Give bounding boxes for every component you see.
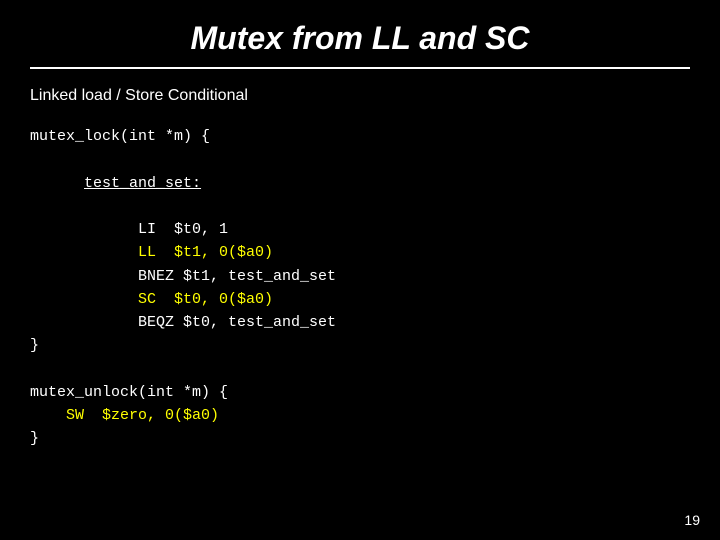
line-sw: SW $zero, 0($a0) <box>30 404 690 427</box>
slide-number: 19 <box>684 512 700 528</box>
line-li: LI $t0, 1 <box>30 218 690 241</box>
slide-container: Mutex from LL and SC Linked load / Store… <box>0 0 720 540</box>
line-bnez: BNEZ $t1, test_and_set <box>30 265 690 288</box>
line-ll: LL $t1, 0($a0) <box>30 241 690 264</box>
subtitle: Linked load / Store Conditional <box>30 87 690 105</box>
mutex-unlock-signature: mutex_unlock(int *m) { <box>30 381 690 404</box>
line-sc: SC $t0, 0($a0) <box>30 288 690 311</box>
mutex-lock-signature: mutex_lock(int *m) { <box>30 125 690 148</box>
label-test-and-set: test_and_set: <box>30 148 690 218</box>
line-beqz: BEQZ $t0, test_and_set <box>30 311 690 334</box>
slide-title: Mutex from LL and SC <box>191 20 530 56</box>
close-brace-1: } <box>30 334 690 357</box>
blank-line <box>30 358 690 381</box>
close-brace-2: } <box>30 427 690 450</box>
code-section: mutex_lock(int *m) { test_and_set: LI $t… <box>30 125 690 451</box>
title-section: Mutex from LL and SC <box>30 20 690 69</box>
